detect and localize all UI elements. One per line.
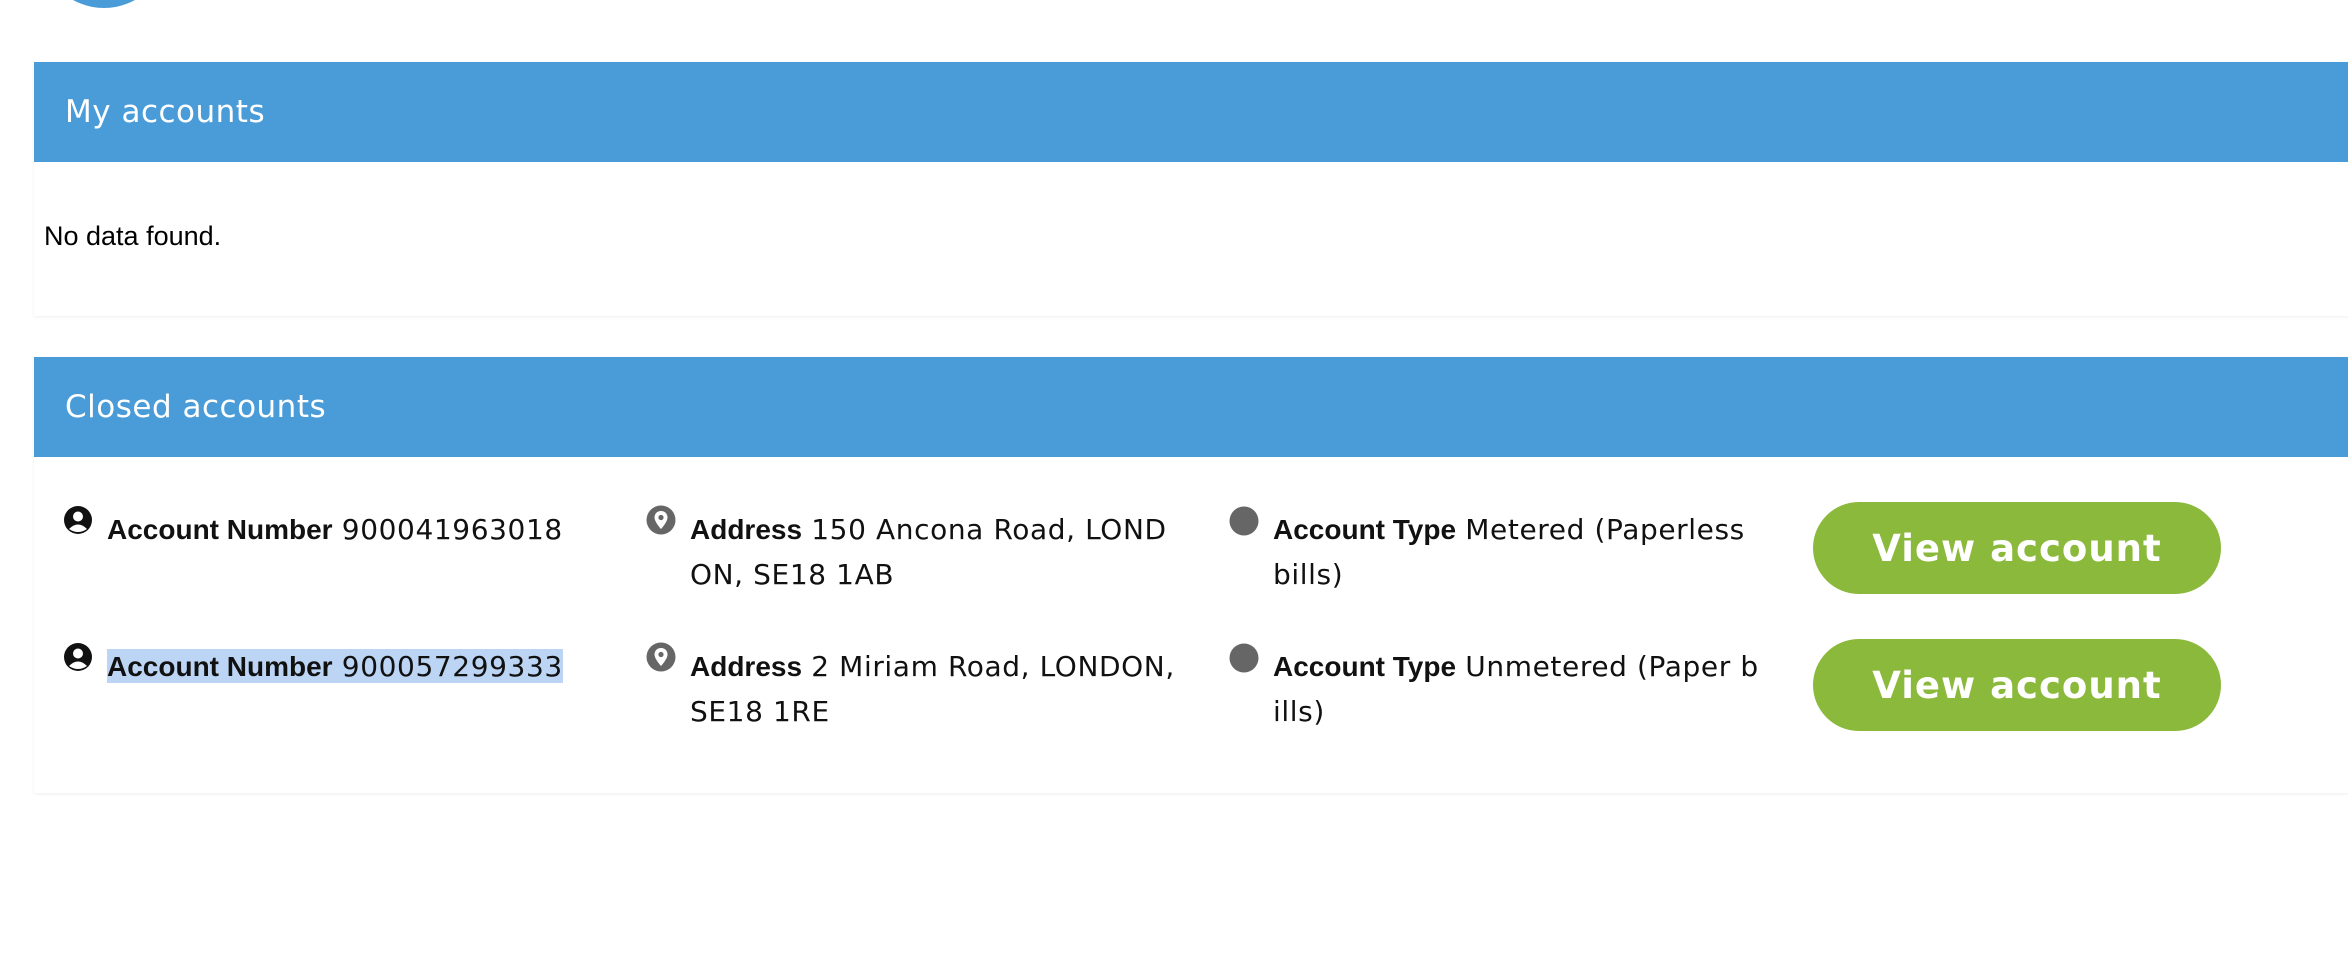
address-label: Address <box>690 514 803 545</box>
my-accounts-body: No data found. <box>34 162 2348 316</box>
my-accounts-title: My accounts <box>65 94 266 130</box>
address-line2: SE18 1RE <box>690 695 830 728</box>
address-label: Address <box>690 651 803 682</box>
account-type-cell: Account Type Metered (Paperless bills) <box>1273 507 1823 597</box>
user-circle-icon <box>63 642 93 676</box>
account-row: Account Number 900041963018 Address 150 … <box>34 502 2348 637</box>
empty-message: No data found. <box>44 221 222 251</box>
closed-accounts-header: Closed accounts <box>34 357 2348 457</box>
dot-icon <box>1229 506 1259 540</box>
address-cell: Address 2 Miriam Road, LONDON, SE18 1RE <box>690 644 1235 734</box>
account-number-cell: Account Number 900057299333 <box>107 644 627 689</box>
account-type-line2: ills) <box>1273 695 1325 728</box>
map-pin-icon <box>646 642 676 676</box>
text-selection: Account Number 900057299333 <box>107 649 563 683</box>
dot-icon <box>1229 643 1259 677</box>
account-type-line1: Metered (Paperless <box>1465 513 1745 546</box>
my-accounts-header: My accounts <box>34 62 2348 162</box>
account-type-line2: bills) <box>1273 558 1344 591</box>
view-account-button[interactable]: View account <box>1813 502 2221 594</box>
address-line1: 2 Miriam Road, LONDON, <box>811 650 1175 683</box>
view-account-button[interactable]: View account <box>1813 639 2221 731</box>
closed-accounts-list: Account Number 900041963018 Address 150 … <box>34 457 2348 793</box>
account-type-cell: Account Type Unmetered (Paper b ills) <box>1273 644 1823 734</box>
my-accounts-panel: My accounts No data found. <box>34 62 2348 316</box>
account-type-label: Account Type <box>1273 514 1457 545</box>
account-number-label: Account Number <box>107 514 333 545</box>
user-circle-icon <box>63 505 93 539</box>
closed-accounts-panel: Closed accounts Account Number 900041963… <box>34 357 2348 793</box>
map-pin-icon <box>646 505 676 539</box>
avatar <box>42 0 166 8</box>
account-number-value: 900057299333 <box>341 650 563 683</box>
address-line1: 150 Ancona Road, LOND <box>811 513 1167 546</box>
address-cell: Address 150 Ancona Road, LOND ON, SE18 1… <box>690 507 1235 597</box>
account-type-line1: Unmetered (Paper b <box>1465 650 1759 683</box>
account-row: Account Number 900057299333 Address 2 Mi… <box>34 639 2348 774</box>
closed-accounts-title: Closed accounts <box>65 389 327 425</box>
account-type-label: Account Type <box>1273 651 1457 682</box>
address-line2: ON, SE18 1AB <box>690 558 895 591</box>
account-number-label: Account Number <box>107 651 333 682</box>
account-number-cell: Account Number 900041963018 <box>107 507 627 552</box>
account-number-value: 900041963018 <box>341 513 563 546</box>
